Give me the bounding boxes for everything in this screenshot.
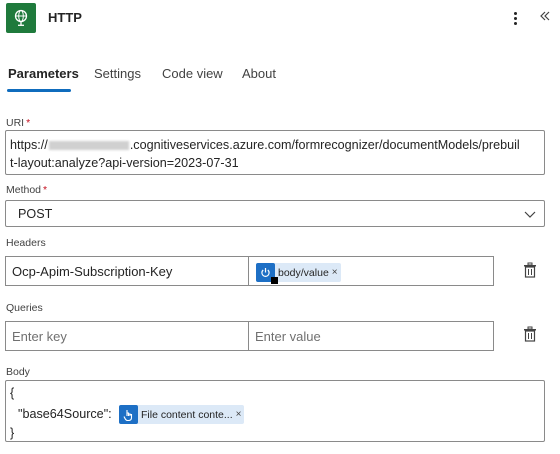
panel-header: HTTP (0, 0, 560, 40)
hand-pointer-icon (119, 405, 138, 424)
collapse-panel-button[interactable] (535, 5, 555, 27)
file-content-token[interactable]: File content conte... × (119, 405, 245, 424)
dynamic-content-token[interactable]: body/value × (256, 263, 341, 282)
body-line-close: } (10, 426, 15, 440)
panel-title: HTTP (48, 10, 82, 25)
method-label: Method * (6, 184, 48, 196)
remove-token-icon[interactable]: × (332, 267, 338, 278)
more-options-button[interactable] (508, 8, 522, 28)
queries-label: Queries (6, 302, 43, 314)
tab-parameters[interactable]: Parameters (8, 66, 79, 81)
tab-code-view[interactable]: Code view (162, 66, 223, 81)
double-chevron-left-icon (540, 11, 550, 21)
tab-bar: Parameters Settings Code view About (0, 62, 560, 94)
globe-icon (6, 3, 36, 33)
chevron-down-icon (524, 211, 536, 218)
body-key: "base64Source": (18, 407, 112, 421)
header-key-input[interactable]: Ocp-Apim-Subscription-Key (5, 256, 249, 286)
uri-label: URI * (6, 117, 31, 129)
tab-about[interactable]: About (242, 66, 276, 81)
delete-header-button[interactable] (521, 261, 541, 281)
query-value-input[interactable]: Enter value (248, 321, 494, 351)
redacted-region (48, 141, 129, 151)
trash-icon (524, 262, 536, 278)
method-value: POST (18, 207, 53, 221)
text-cursor (271, 277, 278, 284)
body-line-open: { (10, 386, 15, 400)
tab-settings[interactable]: Settings (94, 66, 141, 81)
body-label: Body (6, 366, 30, 378)
remove-token-icon[interactable]: × (236, 409, 242, 420)
delete-query-button[interactable] (521, 325, 541, 345)
header-value-input[interactable]: body/value × (248, 256, 494, 286)
query-key-input[interactable]: Enter key (5, 321, 249, 351)
uri-input[interactable]: https://.cognitiveservices.azure.com/for… (5, 130, 545, 175)
method-dropdown[interactable]: POST (5, 200, 545, 227)
active-tab-indicator (7, 89, 71, 92)
trash-icon (524, 326, 536, 342)
headers-label: Headers (6, 237, 46, 249)
body-editor[interactable]: { "base64Source": File content conte... … (5, 380, 545, 442)
